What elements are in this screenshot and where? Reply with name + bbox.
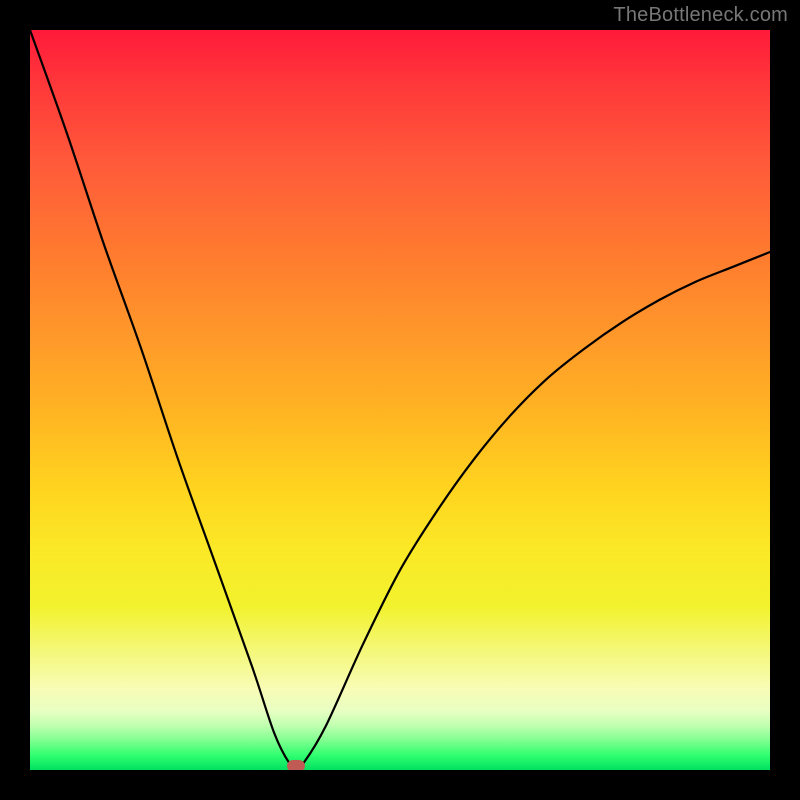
plot-area <box>30 30 770 770</box>
bottleneck-curve <box>30 30 770 770</box>
watermark-text: TheBottleneck.com <box>613 4 788 27</box>
optimal-point-marker <box>287 760 305 770</box>
chart-frame: TheBottleneck.com <box>0 0 800 800</box>
